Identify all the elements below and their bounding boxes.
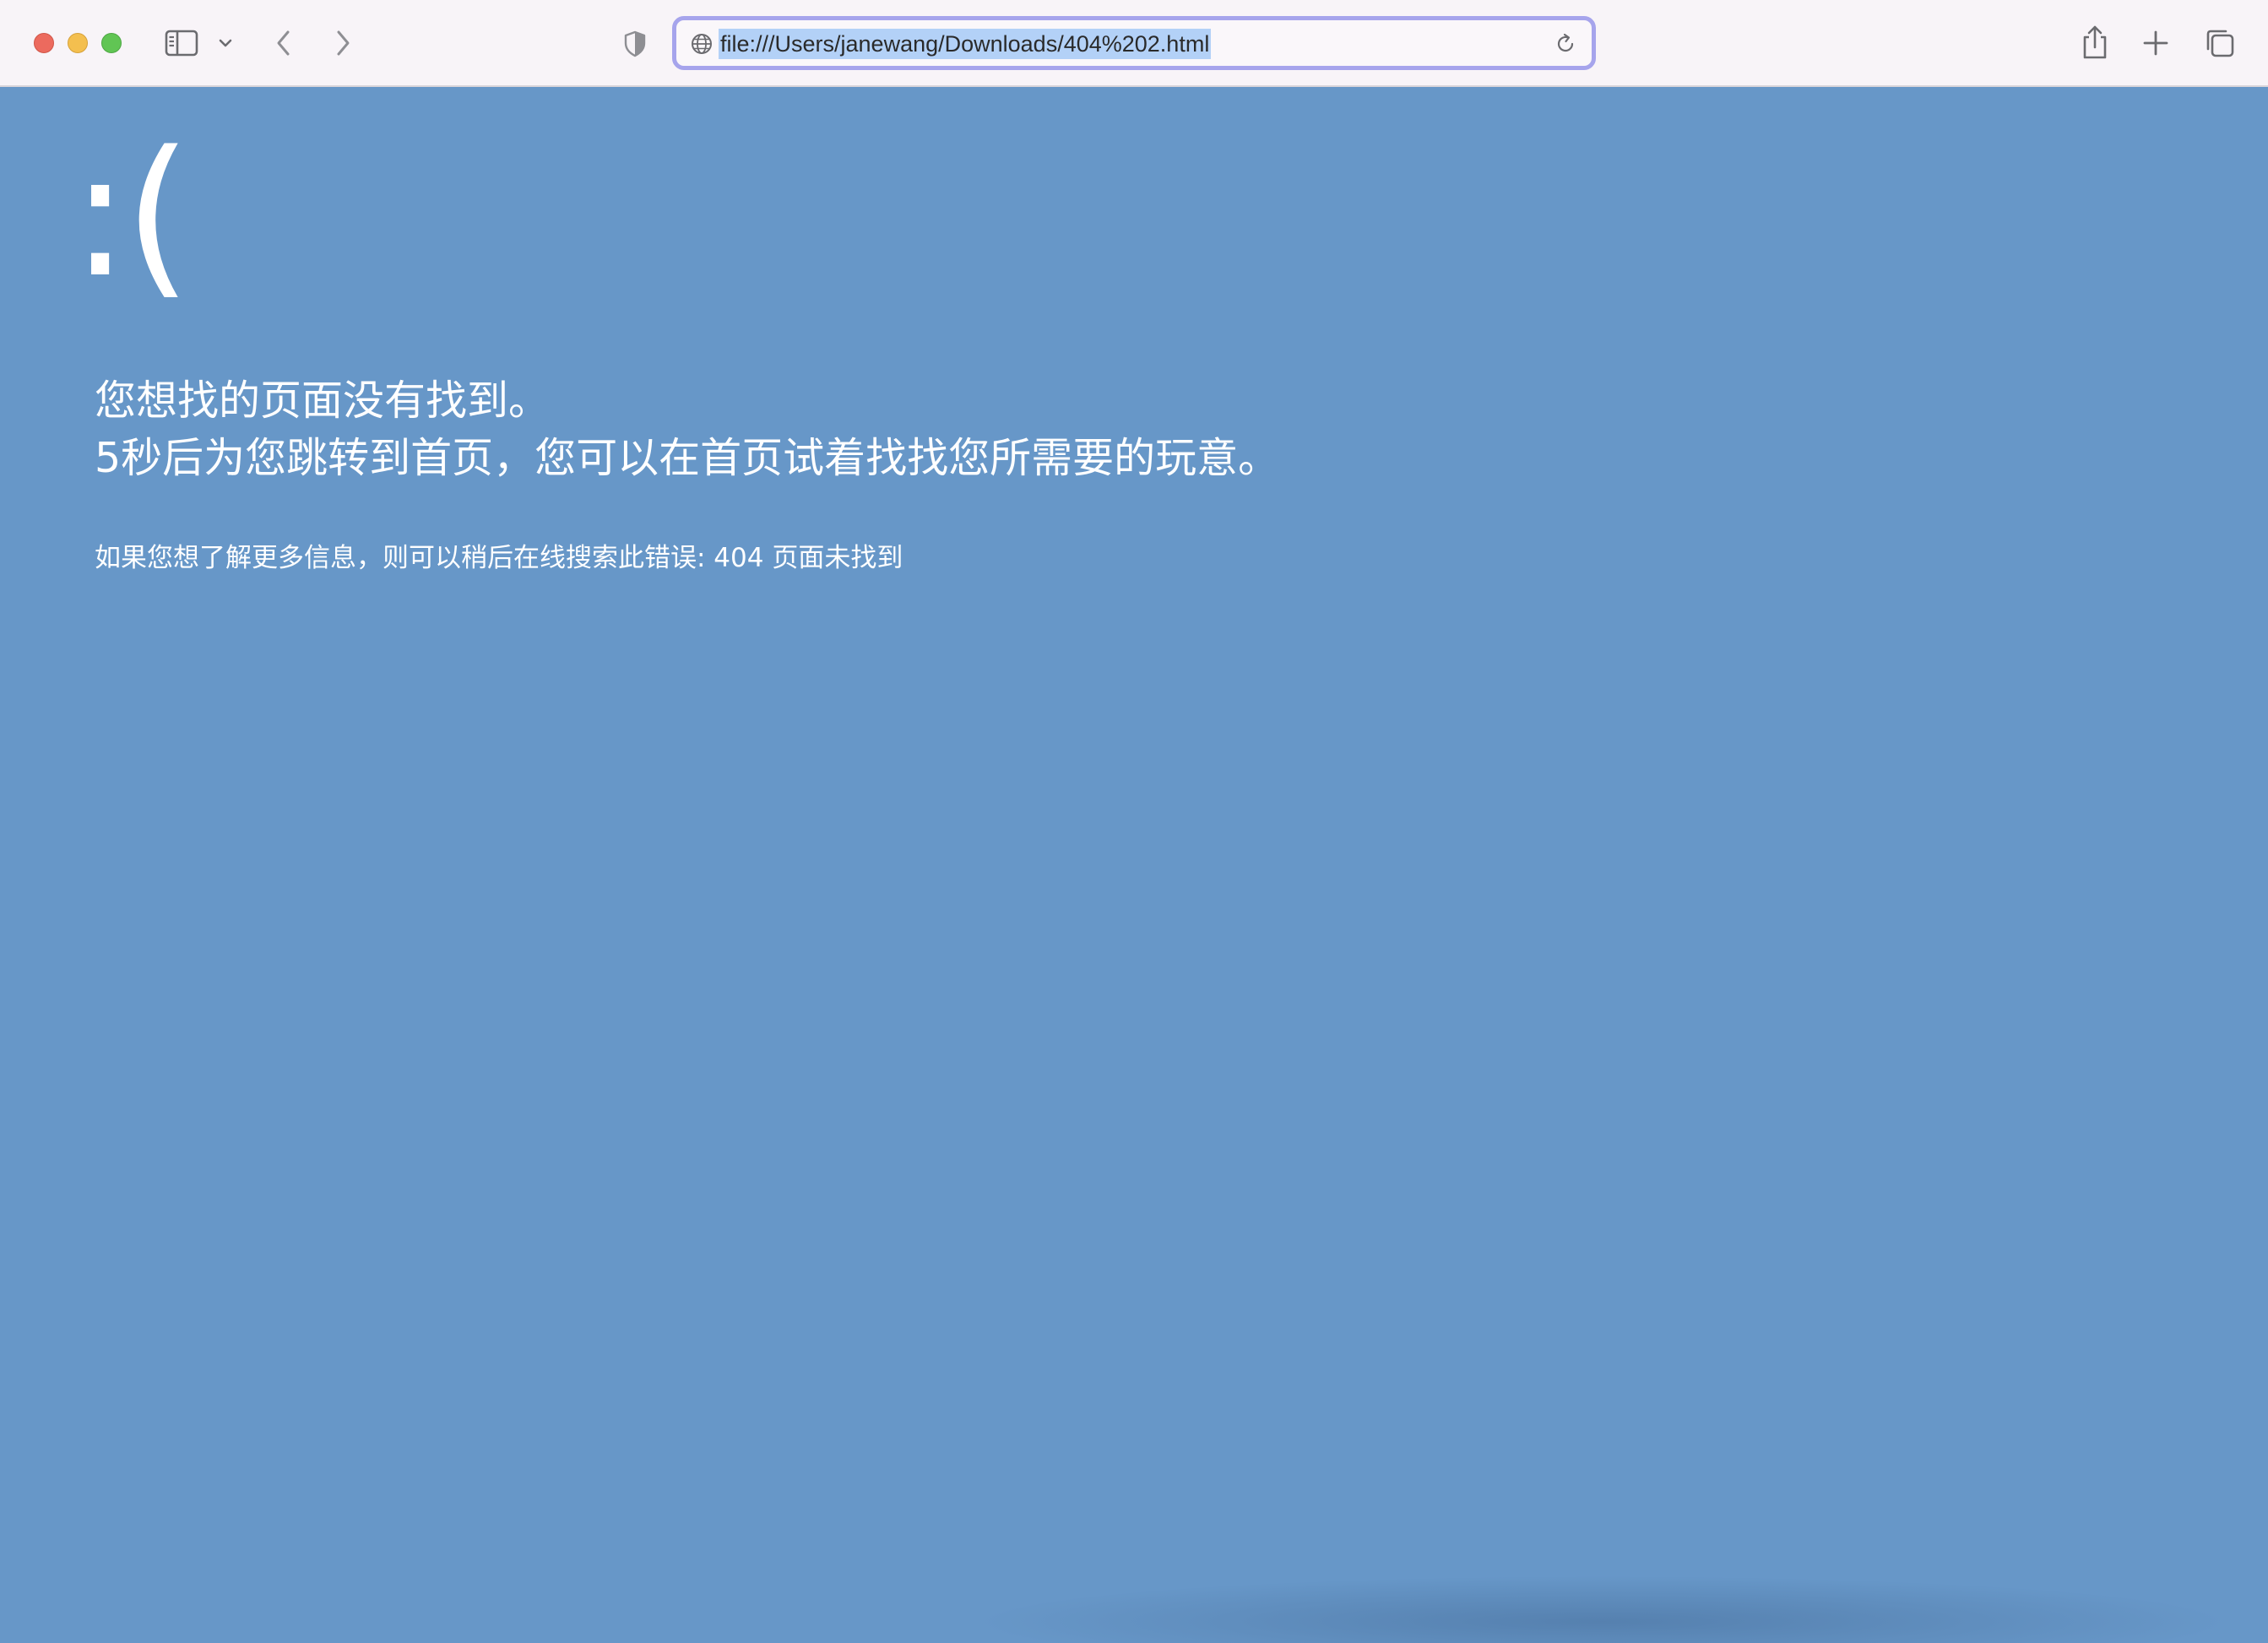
close-window-button[interactable] bbox=[34, 33, 54, 53]
tabs-overview-icon bbox=[2206, 30, 2234, 57]
browser-window: file:///Users/janewang/Downloads/404%202… bbox=[0, 0, 2268, 1643]
privacy-report-button[interactable] bbox=[621, 29, 648, 59]
share-icon bbox=[2083, 25, 2107, 59]
sidebar-icon bbox=[165, 30, 198, 57]
maximize-window-button[interactable] bbox=[101, 33, 122, 53]
sidebar-menu-button[interactable] bbox=[214, 32, 236, 54]
error-page: :( 您想找的页面没有找到。 5秒后为您跳转到首页，您可以在首页试着找找您所需要… bbox=[0, 87, 2268, 1643]
plus-icon bbox=[2143, 30, 2168, 56]
reload-icon[interactable] bbox=[1553, 31, 1578, 57]
chevron-down-icon bbox=[219, 39, 232, 47]
chevron-left-icon bbox=[277, 30, 290, 56]
headline-line-2: 5秒后为您跳转到首页，您可以在首页试着找找您所需要的玩意。 bbox=[95, 434, 1280, 482]
chevron-right-icon bbox=[337, 30, 350, 56]
back-button[interactable] bbox=[270, 25, 297, 61]
url-text[interactable]: file:///Users/janewang/Downloads/404%202… bbox=[719, 29, 1212, 59]
minimize-window-button[interactable] bbox=[68, 33, 88, 53]
headline-line-1: 您想找的页面没有找到。 bbox=[95, 377, 551, 425]
error-headline: 您想找的页面没有找到。 5秒后为您跳转到首页，您可以在首页试着找找您所需要的玩意… bbox=[95, 372, 1279, 487]
sad-face-emoticon: :( bbox=[71, 115, 192, 316]
new-tab-button[interactable] bbox=[2140, 27, 2172, 59]
sidebar-toggle-button[interactable] bbox=[162, 26, 201, 60]
globe-icon bbox=[692, 34, 712, 54]
error-info-text: 如果您想了解更多信息，则可以稍后在线搜索此错误: 404 页面未找到 bbox=[95, 543, 903, 573]
shield-icon bbox=[624, 30, 646, 57]
tab-overview-button[interactable] bbox=[2202, 25, 2238, 61]
share-button[interactable] bbox=[2079, 22, 2111, 62]
forward-button[interactable] bbox=[329, 25, 356, 61]
browser-toolbar: file:///Users/janewang/Downloads/404%202… bbox=[0, 0, 2268, 87]
address-bar[interactable]: file:///Users/janewang/Downloads/404%202… bbox=[672, 16, 1596, 70]
